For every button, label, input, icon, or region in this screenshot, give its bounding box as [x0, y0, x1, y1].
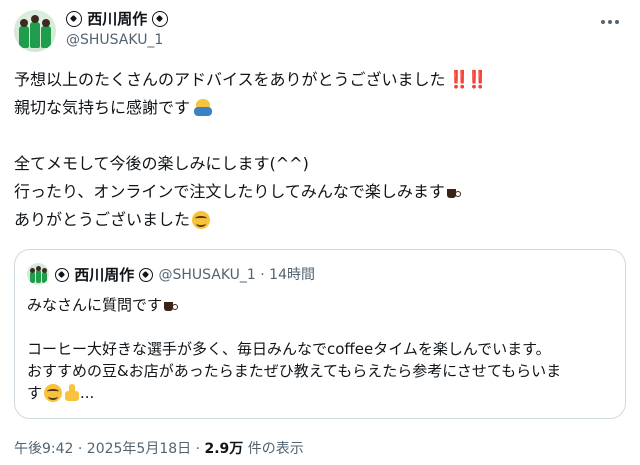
more-options-button[interactable]: [598, 12, 622, 32]
tweet-line: 行ったり、オンラインで注文したりしてみんなで楽しみます: [14, 178, 626, 206]
smiling-face-icon: [44, 384, 63, 402]
more-icon: [601, 20, 605, 24]
tweet-line-text: 行ったり、オンラインで注文したりしてみんなで楽しみます: [14, 182, 445, 201]
soccer-ball-icon: [66, 11, 82, 27]
tweet-line-text: 予想以上のたくさんのアドバイスをありがとうございました: [14, 70, 446, 89]
soccer-ball-icon: [55, 267, 69, 282]
tweet-timestamp[interactable]: 午後9:42 · 2025年5月18日 ·: [14, 441, 205, 457]
quoted-line-text: コーヒー大好きな選手が多く、毎日みんなでcoffeeタイムを楽しんでいます。: [27, 340, 551, 358]
author-display-name-text: 西川周作: [87, 10, 148, 28]
tweet-line-text: 親切な気持ちに感謝です: [14, 98, 191, 117]
soccer-ball-icon: [139, 267, 154, 282]
quoted-tweet-text: みなさんに質問です コーヒー大好きな選手が多く、毎日みんなでcoffeeタイムを…: [27, 294, 619, 404]
quoted-ellipsis: ...: [80, 384, 95, 402]
coffee-icon: [164, 299, 179, 311]
smiling-face-icon: [192, 211, 211, 229]
quoted-tweet-header: 西川周作 @SHUSAKU_1 · 14時間: [27, 262, 315, 286]
double-exclamation-icon: ‼️‼️: [448, 70, 488, 90]
tweet-text: 予想以上のたくさんのアドバイスをありがとうございました ‼️‼️ 親切な気持ちに感…: [14, 66, 626, 234]
quoted-author-avatar: [27, 263, 49, 285]
tweet-line-text: ありがとうございました: [14, 210, 191, 229]
author-avatar[interactable]: [14, 10, 56, 52]
quoted-line-text: す: [27, 384, 43, 402]
quoted-tweet-card[interactable]: 西川周作 @SHUSAKU_1 · 14時間 みなさんに質問です コーヒー大好き…: [14, 249, 626, 419]
tweet-line: 親切な気持ちに感謝です: [14, 94, 626, 122]
thumbs-up-icon: [64, 384, 80, 402]
views-label: 件の表示: [243, 441, 304, 457]
tweet-line: 予想以上のたくさんのアドバイスをありがとうございました ‼️‼️: [14, 66, 626, 94]
author-handle[interactable]: @SHUSAKU_1: [66, 30, 168, 50]
soccer-ball-icon: [152, 11, 169, 27]
author-display-name[interactable]: 西川周作: [66, 8, 169, 30]
coffee-icon: [446, 186, 461, 198]
views-count: 2.9万: [204, 441, 244, 457]
quoted-line-text: おすすめの豆&お店があったらまたぜひ教えてもらえたら参考にさせてもらいま: [27, 362, 562, 380]
bowing-person-icon: [192, 97, 214, 117]
tweet-header: 西川周作 @SHUSAKU_1: [14, 8, 626, 54]
tweet-footer: 午後9:42 · 2025年5月18日 · 2.9万 件の表示: [14, 438, 304, 458]
tweet-line: ありがとうございました: [14, 206, 626, 234]
quoted-meta: @SHUSAKU_1 · 14時間: [158, 267, 315, 283]
tweet-line: 全てメモして今後の楽しみにします(^^): [14, 150, 626, 178]
quoted-author-name-text: 西川周作: [74, 265, 135, 284]
author-names: 西川周作 @SHUSAKU_1: [66, 8, 169, 50]
tweet-line-text: 全てメモして今後の楽しみにします(^^): [14, 154, 309, 173]
quoted-line-text: みなさんに質問です: [27, 296, 163, 314]
quoted-author-name: 西川周作: [55, 264, 154, 285]
